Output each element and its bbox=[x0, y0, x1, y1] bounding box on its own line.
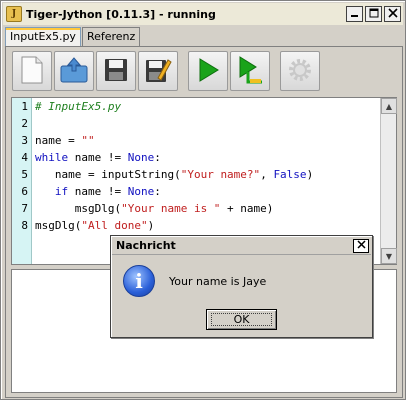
line-number: 6 bbox=[21, 185, 28, 198]
debug-button[interactable] bbox=[230, 51, 270, 91]
tigerjython-app-icon: J bbox=[6, 6, 22, 22]
maximize-button[interactable] bbox=[365, 6, 382, 22]
run-button[interactable] bbox=[188, 51, 228, 91]
open-file-icon bbox=[59, 56, 89, 87]
new-file-icon bbox=[19, 55, 45, 88]
line-number-gutter: 1 2 3 4 5 6 7 8 bbox=[12, 98, 32, 264]
code-line[interactable]: if name != None: bbox=[35, 183, 380, 200]
open-file-button[interactable] bbox=[54, 51, 94, 91]
code-line[interactable]: msgDlg("All done") bbox=[35, 217, 380, 234]
new-file-button[interactable] bbox=[12, 51, 52, 91]
code-line[interactable]: name = "" bbox=[35, 132, 380, 149]
arrow-down-icon: ▼ bbox=[385, 251, 393, 261]
code-line[interactable]: msgDlg("Your name is " + name) bbox=[35, 200, 380, 217]
close-icon bbox=[387, 7, 398, 21]
toolbar bbox=[12, 51, 320, 93]
message-dialog: Nachricht i Your name is Jaye OK bbox=[110, 235, 373, 338]
dialog-title-bar[interactable]: Nachricht bbox=[112, 237, 371, 255]
settings-icon bbox=[286, 56, 314, 87]
info-icon: i bbox=[123, 265, 155, 297]
save-as-icon bbox=[144, 56, 172, 87]
minimize-icon bbox=[350, 8, 360, 21]
tab-referenz[interactable]: Referenz bbox=[81, 27, 141, 47]
dialog-message: Your name is Jaye bbox=[169, 275, 267, 288]
line-number: 2 bbox=[21, 117, 28, 130]
save-icon bbox=[103, 57, 129, 86]
scroll-down-button[interactable]: ▼ bbox=[381, 248, 397, 264]
code-line[interactable]: while name != None: bbox=[35, 149, 380, 166]
line-number: 5 bbox=[21, 168, 28, 181]
editor-tabs: InputEx5.py Referenz bbox=[5, 27, 141, 48]
close-icon bbox=[356, 239, 366, 252]
focus-outline bbox=[211, 313, 272, 326]
arrow-up-icon: ▲ bbox=[385, 101, 393, 111]
line-number: 1 bbox=[21, 100, 28, 113]
line-number: 4 bbox=[21, 151, 28, 164]
debug-icon bbox=[236, 55, 264, 88]
line-number: 7 bbox=[21, 202, 28, 215]
settings-button bbox=[280, 51, 320, 91]
code-line[interactable]: name = inputString("Your name?", False) bbox=[35, 166, 380, 183]
dialog-title: Nachricht bbox=[116, 239, 176, 252]
maximize-icon bbox=[369, 8, 379, 21]
run-icon bbox=[195, 56, 221, 87]
window-title: Tiger-Jython [0.11.3] - running bbox=[26, 7, 216, 21]
main-window: J Tiger-Jython [0.11.3] - running InputE… bbox=[0, 0, 406, 400]
code-line[interactable] bbox=[35, 115, 380, 132]
tab-panel: 1 2 3 4 5 6 7 8 # InputEx5.py name = "" … bbox=[5, 46, 403, 398]
save-as-button[interactable] bbox=[138, 51, 178, 91]
title-bar[interactable]: J Tiger-Jython [0.11.3] - running bbox=[3, 3, 403, 25]
line-number: 8 bbox=[21, 219, 28, 232]
dialog-close-button[interactable] bbox=[353, 238, 369, 253]
tab-inputex5[interactable]: InputEx5.py bbox=[5, 27, 81, 48]
minimize-button[interactable] bbox=[346, 6, 363, 22]
editor-vertical-scrollbar[interactable]: ▲ ▼ bbox=[380, 98, 397, 264]
code-line[interactable]: # InputEx5.py bbox=[35, 98, 380, 115]
scroll-up-button[interactable]: ▲ bbox=[381, 98, 397, 114]
line-number: 3 bbox=[21, 134, 28, 147]
save-button[interactable] bbox=[96, 51, 136, 91]
ok-button[interactable]: OK bbox=[206, 309, 277, 330]
close-button[interactable] bbox=[384, 6, 401, 22]
